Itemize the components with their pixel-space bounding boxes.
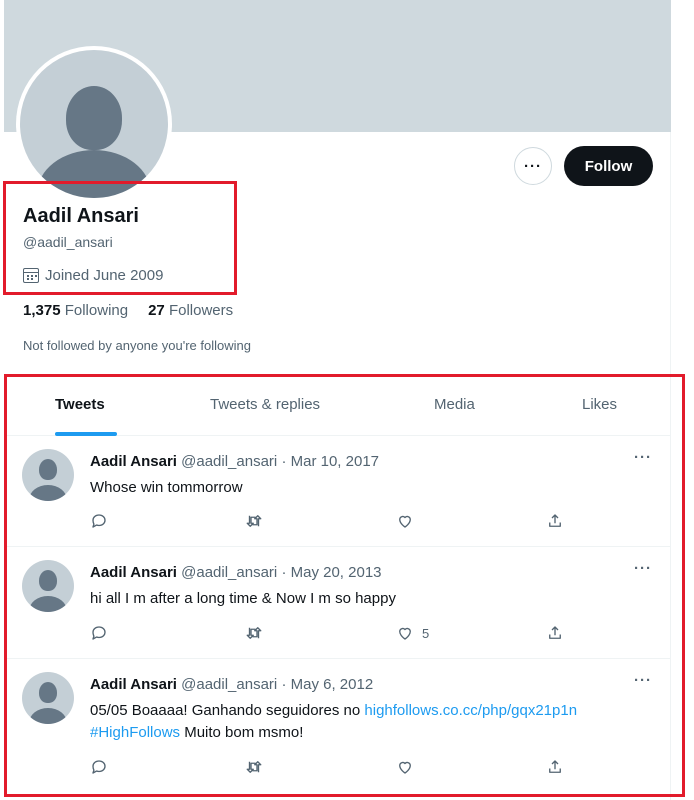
not-followed-text: Not followed by anyone you're following [23, 338, 251, 353]
following-link[interactable]: 1,375 Following [23, 302, 128, 319]
profile-avatar[interactable] [16, 46, 172, 202]
highlight-box-tweets [4, 374, 685, 797]
highlight-box-profile [3, 181, 237, 295]
followers-link[interactable]: 27 Followers [148, 302, 233, 319]
follow-button[interactable]: Follow [564, 146, 653, 186]
profile-stats: 1,375 Following 27 Followers [23, 302, 233, 319]
more-options-button[interactable]: ··· [514, 147, 552, 185]
